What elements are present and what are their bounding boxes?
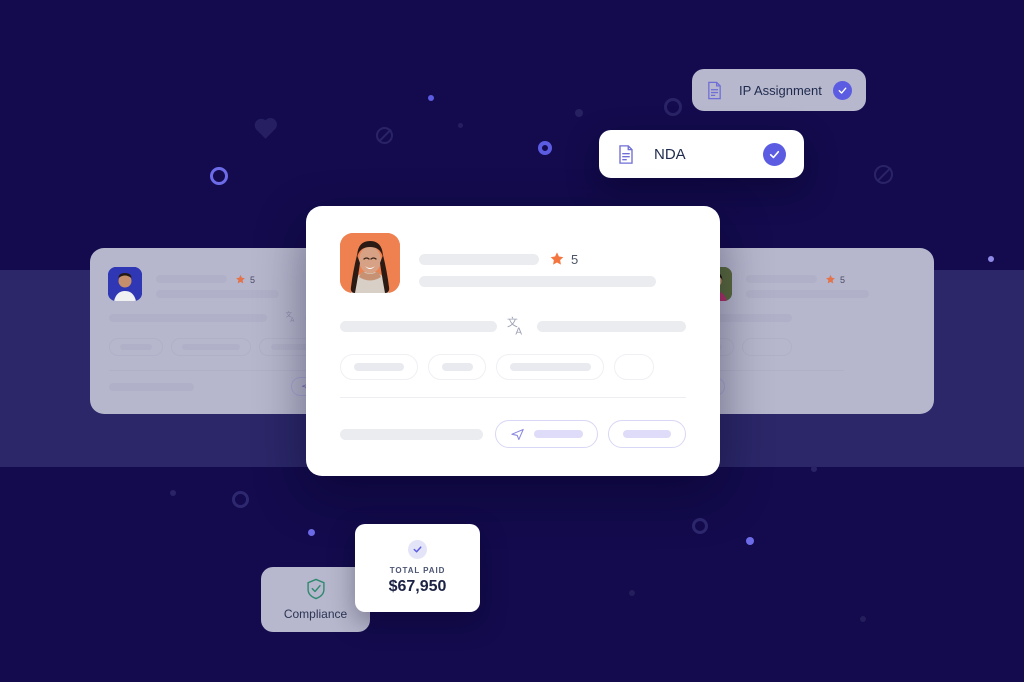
tag-chip[interactable] [742,338,792,356]
decor-dot [428,95,434,101]
skeleton-bar [340,428,483,440]
total-paid-card[interactable]: TOTAL PAID $67,950 [355,524,480,612]
skeleton-bar [419,276,656,287]
star-icon [826,274,835,284]
tag-chip-group [340,354,654,380]
decor-dot [170,490,176,496]
secondary-button[interactable] [608,420,686,448]
tag-chip[interactable] [109,338,163,356]
decor-dot [811,466,817,472]
total-paid-label: TOTAL PAID [389,566,446,575]
skeleton-bar [109,314,267,322]
skeleton-bar [746,290,869,298]
avatar [340,233,400,293]
compliance-label: Compliance [283,607,348,621]
check-icon [413,546,422,553]
decor-no-entry-icon [376,127,393,144]
document-label: IP Assignment [739,82,822,98]
document-label: NDA [654,145,686,163]
decor-dot [629,590,635,596]
illustration-canvas: 5 文 A 5 IP Assignment NDA 5 文 A Complian… [0,0,1024,682]
star-icon [550,252,564,265]
send-icon [511,428,524,440]
decor-dot [746,537,754,545]
skeleton-bar [537,320,686,332]
translate-row: 文 A [340,316,686,336]
rating-value: 5 [571,251,579,267]
compliance-tile[interactable]: Compliance [261,567,370,632]
rating: 5 [825,274,845,285]
total-paid-amount: $67,950 [388,578,447,595]
svg-text:A: A [515,326,522,336]
document-chip-nda[interactable]: NDA [599,130,804,178]
decor-heart-icon [256,120,275,139]
svg-text:A: A [290,318,294,323]
decor-dot [458,123,463,128]
skeleton-bar [156,290,279,298]
decor-dot [308,529,315,536]
name-row: 5 [419,251,578,267]
rating-value: 5 [250,274,256,285]
decor-dot [988,256,994,262]
document-icon [708,81,721,99]
decor-ring [210,167,228,185]
decor-dot [575,109,583,117]
decor-no-entry-icon [874,165,893,184]
decor-ring [538,141,552,155]
translate-icon: 文 A [286,310,295,323]
skeleton-bar [419,253,539,265]
avatar-portrait [108,267,142,301]
rating: 5 [235,274,255,285]
skeleton-bar [340,320,497,332]
decor-ring [692,518,708,534]
translate-icon[interactable]: 文 A [507,316,527,336]
tag-chip[interactable] [171,338,251,356]
document-chip-ip-assignment[interactable]: IP Assignment [692,69,866,111]
verified-badge [833,80,852,100]
status-badge [408,540,427,559]
svg-text:文: 文 [286,310,293,319]
rating-value: 5 [840,274,846,285]
decor-dot [860,616,866,622]
check-icon [769,150,780,158]
skeleton-bar [746,275,817,283]
send-button[interactable] [495,420,598,448]
check-icon [838,87,847,94]
tag-chip[interactable] [496,354,604,380]
document-icon [619,144,633,164]
card-footer [340,420,686,448]
shield-check-icon [306,578,325,600]
profile-card-main[interactable]: 5 文 A [306,206,720,476]
avatar-portrait [340,233,400,293]
skeleton-bar [109,383,194,391]
decor-ring [232,491,249,508]
decor-ring [664,98,682,116]
tag-chip[interactable] [340,354,418,380]
tag-chip[interactable] [614,354,654,380]
tag-chip[interactable] [428,354,486,380]
avatar [108,267,142,301]
divider [340,397,686,398]
star-icon [236,274,245,284]
verified-badge [763,142,786,166]
skeleton-bar [156,275,227,283]
rating: 5 [549,251,578,267]
